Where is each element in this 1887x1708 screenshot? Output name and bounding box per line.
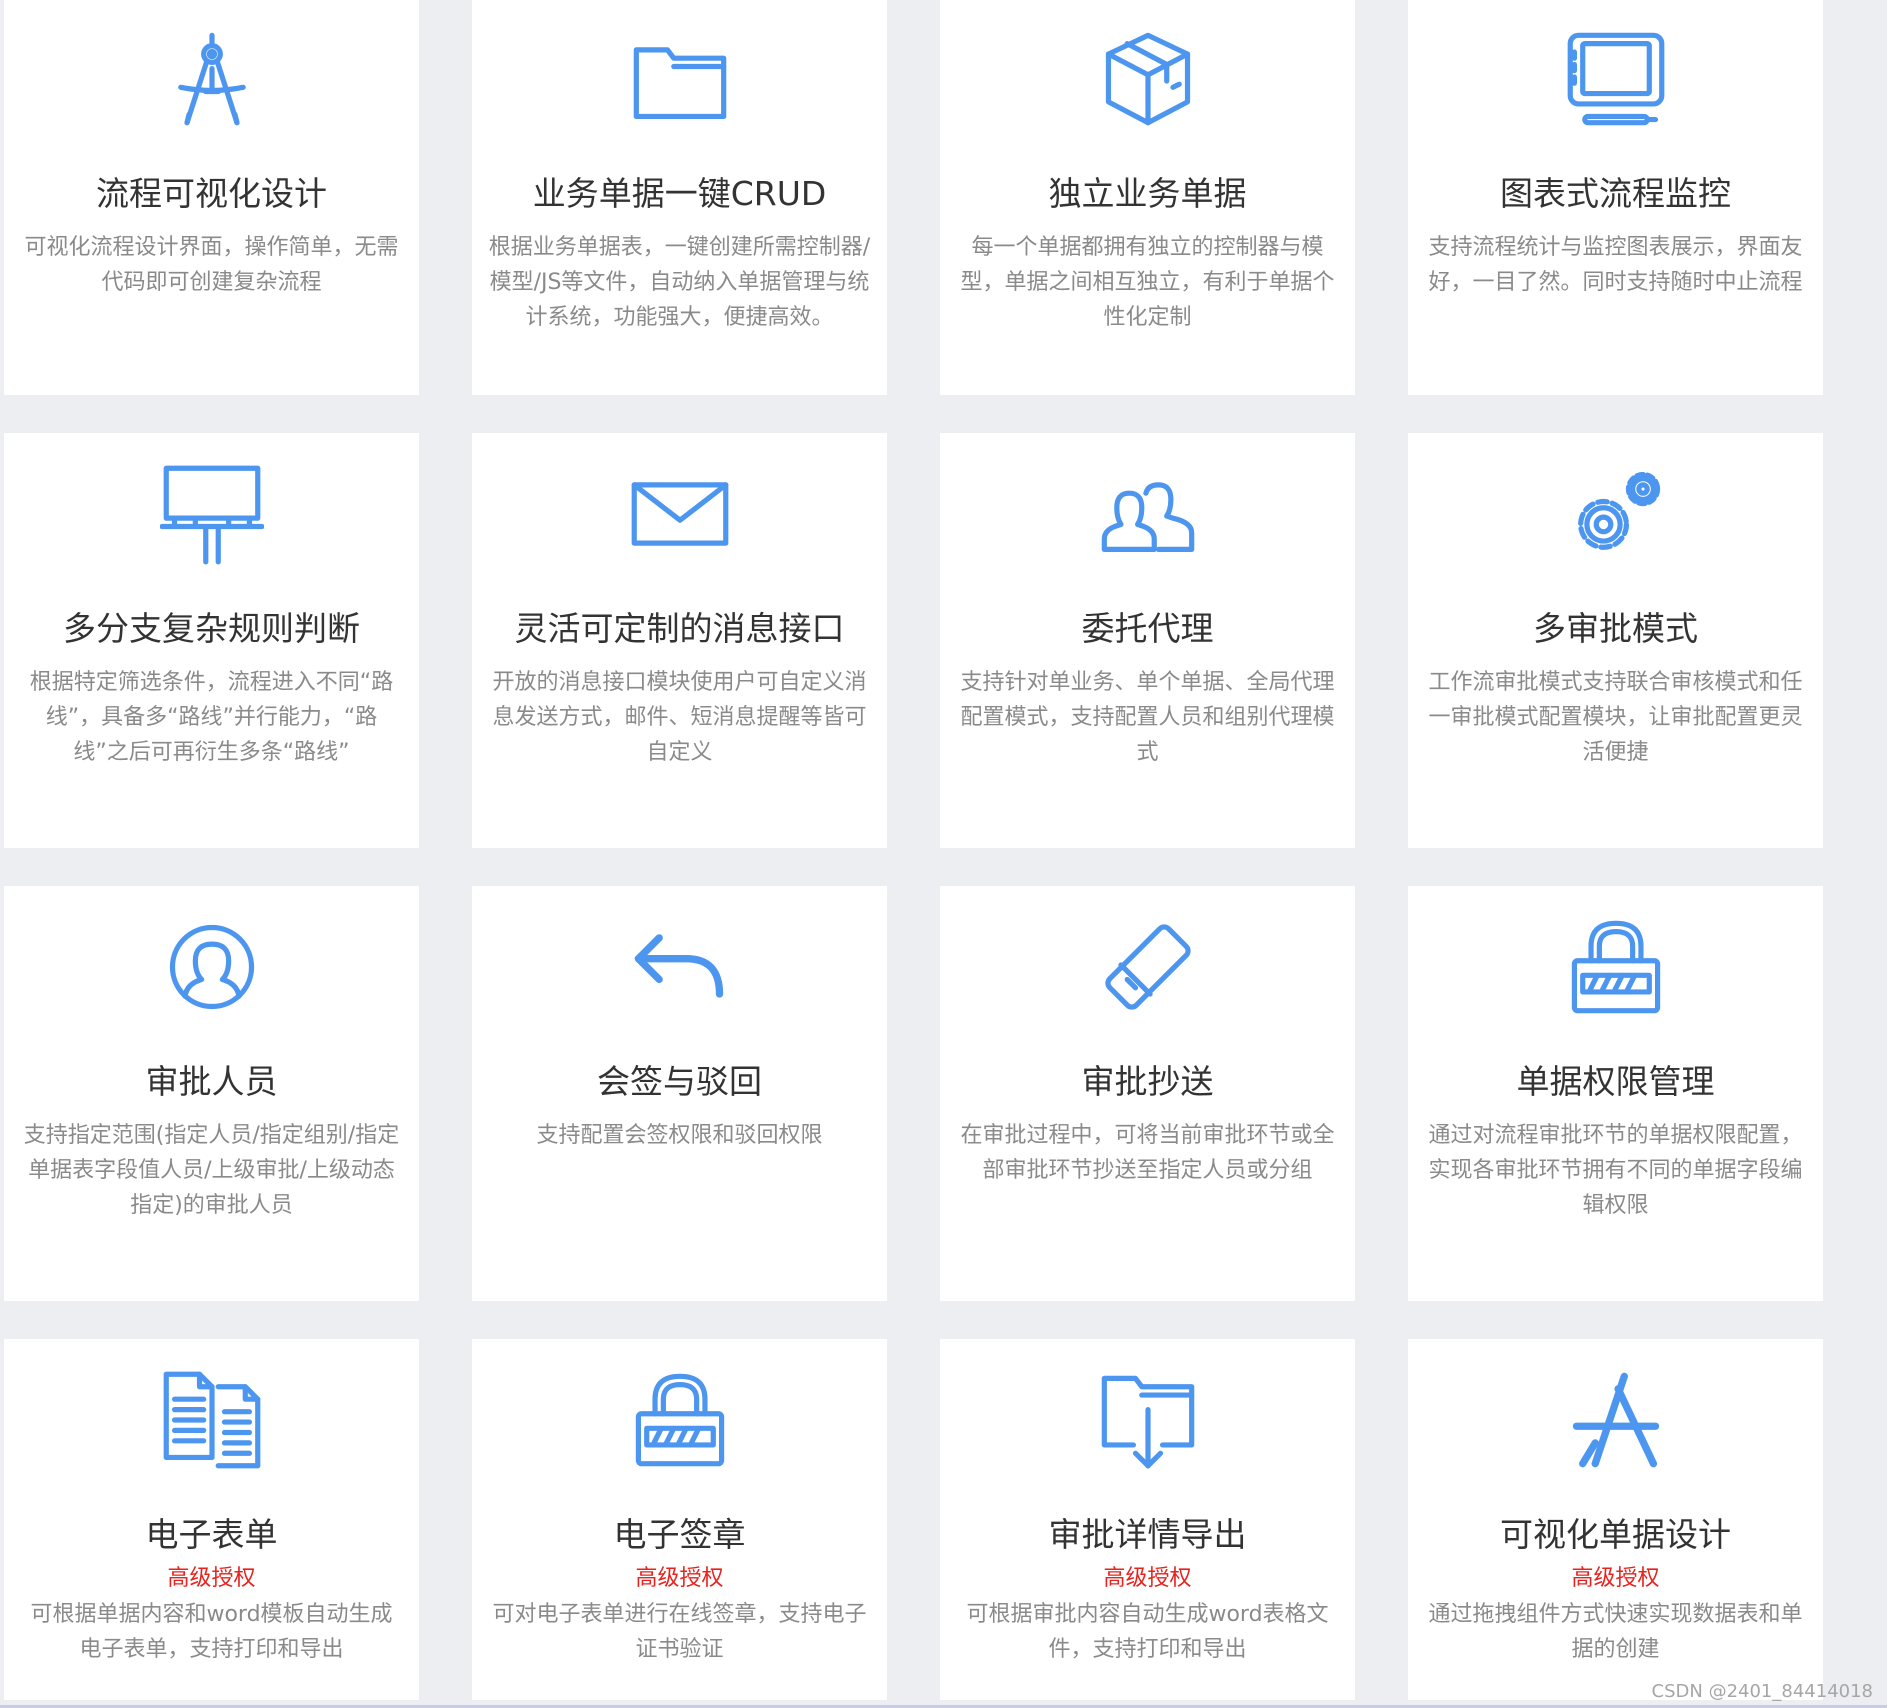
feature-card[interactable]: 可视化单据设计 高级授权 通过拖拽组件方式快速实现数据表和单据的创建 xyxy=(1408,1339,1823,1700)
feature-description: 工作流审批模式支持联合审核模式和任一审批模式配置模块，让审批配置更灵活便捷 xyxy=(1428,670,1803,765)
feature-card[interactable]: 单据权限管理 通过对流程审批环节的单据权限配置，实现各审批环节拥有不同的单据字段… xyxy=(1408,886,1823,1301)
folder-icon xyxy=(625,24,735,134)
feature-grid: 流程可视化设计 可视化流程设计界面，操作简单，无需代码即可创建复杂流程 业务单据… xyxy=(4,0,1823,1700)
feature-description: 支持针对单业务、单个单据、全局代理配置模式，支持配置人员和组别代理模式 xyxy=(960,670,1335,765)
envelope-icon xyxy=(625,459,735,569)
feature-title: 审批详情导出 xyxy=(1048,1515,1247,1554)
feature-description: 支持流程统计与监控图表展示，界面友好，一目了然。同时支持随时中止流程 xyxy=(1428,235,1803,295)
compass-icon xyxy=(157,24,267,134)
folder-download-icon xyxy=(1093,1365,1203,1475)
feature-description: 可对电子表单进行在线签章，支持电子证书验证 xyxy=(492,1602,867,1662)
advanced-license-badge: 高级授权 xyxy=(167,1566,256,1591)
feature-card[interactable]: 审批抄送 在审批过程中，可将当前审批环节或全部审批环节抄送至指定人员或分组 xyxy=(940,886,1355,1301)
feature-title: 会签与驳回 xyxy=(597,1062,762,1101)
feature-card[interactable]: 多审批模式 工作流审批模式支持联合审核模式和任一审批模式配置模块，让审批配置更灵… xyxy=(1408,433,1823,848)
advanced-license-badge: 高级授权 xyxy=(1571,1566,1660,1591)
padlock-icon xyxy=(1561,912,1671,1022)
feature-title: 灵活可定制的消息接口 xyxy=(514,609,845,648)
feature-card[interactable]: 电子签章 高级授权 可对电子表单进行在线签章，支持电子证书验证 xyxy=(472,1339,887,1700)
eraser-icon xyxy=(1093,912,1203,1022)
feature-title: 多分支复杂规则判断 xyxy=(63,609,360,648)
feature-description: 在审批过程中，可将当前审批环节或全部审批环节抄送至指定人员或分组 xyxy=(960,1123,1335,1183)
advanced-license-badge: 高级授权 xyxy=(1103,1566,1192,1591)
feature-title: 独立业务单据 xyxy=(1048,174,1247,213)
feature-title: 审批抄送 xyxy=(1081,1062,1214,1101)
users-icon xyxy=(1093,459,1203,569)
feature-title: 图表式流程监控 xyxy=(1500,174,1731,213)
feature-title: 电子表单 xyxy=(145,1515,278,1554)
feature-card[interactable]: 多分支复杂规则判断 根据特定筛选条件，流程进入不同“路线”，具备多“路线”并行能… xyxy=(4,433,419,848)
feature-description: 根据特定筛选条件，流程进入不同“路线”，具备多“路线”并行能力，“路线”之后可再… xyxy=(29,670,394,765)
feature-description: 支持配置会签权限和驳回权限 xyxy=(536,1123,823,1148)
advanced-license-badge: 高级授权 xyxy=(635,1566,724,1591)
feature-description: 支持指定范围(指定人员/指定组别/指定单据表字段值人员/上级审批/上级动态指定)… xyxy=(23,1123,400,1218)
feature-title: 可视化单据设计 xyxy=(1500,1515,1731,1554)
app-design-icon xyxy=(1561,1365,1671,1475)
gears-icon xyxy=(1561,459,1671,569)
padlock-icon xyxy=(625,1365,735,1475)
feature-title: 流程可视化设计 xyxy=(96,174,327,213)
feature-card[interactable]: 委托代理 支持针对单业务、单个单据、全局代理配置模式，支持配置人员和组别代理模式 xyxy=(940,433,1355,848)
user-circle-icon xyxy=(157,912,267,1022)
feature-description: 可根据审批内容自动生成word表格文件，支持打印和导出 xyxy=(966,1602,1329,1662)
feature-title: 多审批模式 xyxy=(1533,609,1698,648)
feature-title: 审批人员 xyxy=(145,1062,278,1101)
feature-description: 可根据单据内容和word模板自动生成电子表单，支持打印和导出 xyxy=(30,1602,393,1662)
feature-card[interactable]: 会签与驳回 支持配置会签权限和驳回权限 xyxy=(472,886,887,1301)
feature-description: 可视化流程设计界面，操作简单，无需代码即可创建复杂流程 xyxy=(24,235,399,295)
feature-description: 开放的消息接口模块使用户可自定义消息发送方式，邮件、短消息提醒等皆可自定义 xyxy=(492,670,867,765)
feature-title: 单据权限管理 xyxy=(1516,1062,1715,1101)
feature-description: 通过拖拽组件方式快速实现数据表和单据的创建 xyxy=(1428,1602,1803,1662)
feature-card[interactable]: 图表式流程监控 支持流程统计与监控图表展示，界面友好，一目了然。同时支持随时中止… xyxy=(1408,0,1823,395)
feature-description: 每一个单据都拥有独立的控制器与模型，单据之间相互独立，有利于单据个性化定制 xyxy=(960,235,1335,330)
reply-arrow-icon xyxy=(625,912,735,1022)
feature-card[interactable]: 灵活可定制的消息接口 开放的消息接口模块使用户可自定义消息发送方式，邮件、短消息… xyxy=(472,433,887,848)
feature-card[interactable]: 独立业务单据 每一个单据都拥有独立的控制器与模型，单据之间相互独立，有利于单据个… xyxy=(940,0,1355,395)
feature-title: 委托代理 xyxy=(1081,609,1214,648)
feature-card[interactable]: 审批详情导出 高级授权 可根据审批内容自动生成word表格文件，支持打印和导出 xyxy=(940,1339,1355,1700)
feature-title: 电子签章 xyxy=(613,1515,746,1554)
documents-icon xyxy=(157,1365,267,1475)
billboard-icon xyxy=(157,459,267,569)
watermark: CSDN @2401_84414018 xyxy=(1651,1681,1873,1702)
feature-card[interactable]: 电子表单 高级授权 可根据单据内容和word模板自动生成电子表单，支持打印和导出 xyxy=(4,1339,419,1700)
feature-card[interactable]: 审批人员 支持指定范围(指定人员/指定组别/指定单据表字段值人员/上级审批/上级… xyxy=(4,886,419,1301)
feature-card[interactable]: 流程可视化设计 可视化流程设计界面，操作简单，无需代码即可创建复杂流程 xyxy=(4,0,419,395)
feature-title: 业务单据一键CRUD xyxy=(532,174,827,213)
box-icon xyxy=(1093,24,1203,134)
feature-description: 通过对流程审批环节的单据权限配置，实现各审批环节拥有不同的单据字段编辑权限 xyxy=(1428,1123,1803,1218)
tablet-monitor-icon xyxy=(1561,24,1671,134)
feature-description: 根据业务单据表，一键创建所需控制器/模型/JS等文件，自动纳入单据管理与统计系统… xyxy=(488,235,871,330)
feature-card[interactable]: 业务单据一键CRUD 根据业务单据表，一键创建所需控制器/模型/JS等文件，自动… xyxy=(472,0,887,395)
